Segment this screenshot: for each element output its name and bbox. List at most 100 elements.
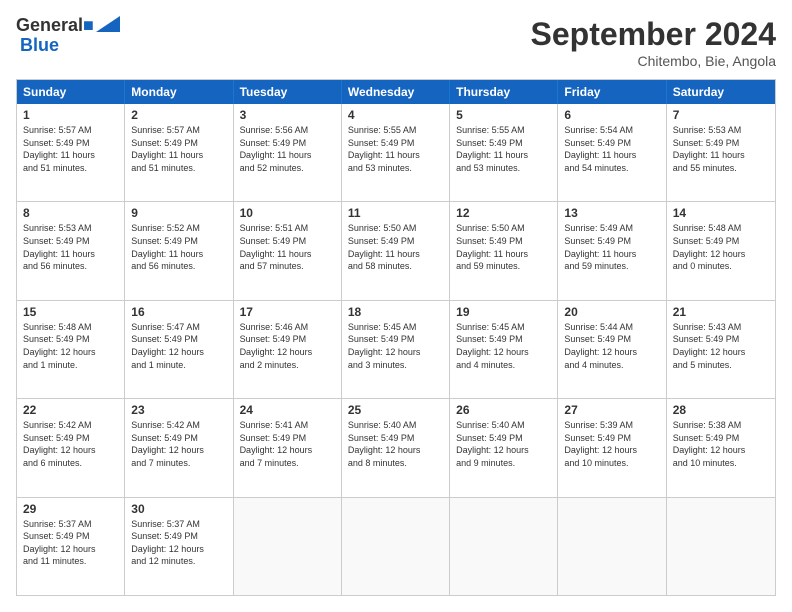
calendar-row-1: 1 Sunrise: 5:57 AM Sunset: 5:49 PM Daylig… bbox=[17, 104, 775, 201]
day-number: 16 bbox=[131, 305, 226, 319]
day-cell-18: 18 Sunrise: 5:45 AM Sunset: 5:49 PM Dayli… bbox=[342, 301, 450, 398]
calendar-header: SundayMondayTuesdayWednesdayThursdayFrid… bbox=[17, 80, 775, 104]
day-info: Sunrise: 5:53 AM Sunset: 5:49 PM Dayligh… bbox=[23, 222, 118, 272]
day-cell-15: 15Sunrise: 5:48 AM Sunset: 5:49 PM Dayli… bbox=[17, 301, 125, 398]
calendar-row-5: 29 Sunrise: 5:37 AM Sunset: 5:49 PM Dayli… bbox=[17, 497, 775, 595]
day-cell-8: 8 Sunrise: 5:53 AM Sunset: 5:49 PM Daylig… bbox=[17, 202, 125, 299]
day-number: 15 bbox=[23, 305, 118, 319]
day-number: 3 bbox=[240, 108, 335, 122]
day-info: Sunrise: 5:43 AM Sunset: 5:49 PM Dayligh… bbox=[673, 321, 769, 371]
day-cell-19: 19Sunrise: 5:45 AM Sunset: 5:49 PM Dayli… bbox=[450, 301, 558, 398]
day-number: 5 bbox=[456, 108, 551, 122]
empty-cell bbox=[667, 498, 775, 595]
calendar-row-2: 8 Sunrise: 5:53 AM Sunset: 5:49 PM Daylig… bbox=[17, 201, 775, 299]
day-number: 12 bbox=[456, 206, 551, 220]
day-number: 9 bbox=[131, 206, 226, 220]
logo-text: General■ bbox=[16, 16, 94, 36]
day-info: Sunrise: 5:45 AM Sunset: 5:49 PM Dayligh… bbox=[348, 321, 443, 371]
header-day-thursday: Thursday bbox=[450, 80, 558, 104]
empty-cell bbox=[558, 498, 666, 595]
day-info: Sunrise: 5:40 AM Sunset: 5:49 PM Dayligh… bbox=[456, 419, 551, 469]
day-info: Sunrise: 5:57 AM Sunset: 5:49 PM Dayligh… bbox=[131, 124, 226, 174]
day-info: Sunrise: 5:37 AM Sunset: 5:49 PM Dayligh… bbox=[131, 518, 226, 568]
day-number: 25 bbox=[348, 403, 443, 417]
day-cell-13: 13Sunrise: 5:49 AM Sunset: 5:49 PM Dayli… bbox=[558, 202, 666, 299]
day-number: 6 bbox=[564, 108, 659, 122]
day-info: Sunrise: 5:37 AM Sunset: 5:49 PM Dayligh… bbox=[23, 518, 118, 568]
day-info: Sunrise: 5:55 AM Sunset: 5:49 PM Dayligh… bbox=[348, 124, 443, 174]
day-number: 2 bbox=[131, 108, 226, 122]
day-info: Sunrise: 5:53 AM Sunset: 5:49 PM Dayligh… bbox=[673, 124, 769, 174]
day-number: 30 bbox=[131, 502, 226, 516]
day-number: 1 bbox=[23, 108, 118, 122]
day-cell-23: 23 Sunrise: 5:42 AM Sunset: 5:49 PM Dayli… bbox=[125, 399, 233, 496]
day-info: Sunrise: 5:46 AM Sunset: 5:49 PM Dayligh… bbox=[240, 321, 335, 371]
day-info: Sunrise: 5:41 AM Sunset: 5:49 PM Dayligh… bbox=[240, 419, 335, 469]
day-cell-20: 20Sunrise: 5:44 AM Sunset: 5:49 PM Dayli… bbox=[558, 301, 666, 398]
day-info: Sunrise: 5:42 AM Sunset: 5:49 PM Dayligh… bbox=[131, 419, 226, 469]
logo-blue-text: Blue bbox=[20, 35, 59, 55]
day-info: Sunrise: 5:50 AM Sunset: 5:49 PM Dayligh… bbox=[348, 222, 443, 272]
day-number: 17 bbox=[240, 305, 335, 319]
day-cell-6: 6 Sunrise: 5:54 AM Sunset: 5:49 PM Daylig… bbox=[558, 104, 666, 201]
day-info: Sunrise: 5:47 AM Sunset: 5:49 PM Dayligh… bbox=[131, 321, 226, 371]
day-info: Sunrise: 5:44 AM Sunset: 5:49 PM Dayligh… bbox=[564, 321, 659, 371]
day-number: 21 bbox=[673, 305, 769, 319]
day-cell-9: 9Sunrise: 5:52 AM Sunset: 5:49 PM Daylig… bbox=[125, 202, 233, 299]
empty-cell bbox=[342, 498, 450, 595]
location: Chitembo, Bie, Angola bbox=[531, 53, 776, 69]
day-number: 4 bbox=[348, 108, 443, 122]
day-info: Sunrise: 5:57 AM Sunset: 5:49 PM Dayligh… bbox=[23, 124, 118, 174]
day-info: Sunrise: 5:50 AM Sunset: 5:49 PM Dayligh… bbox=[456, 222, 551, 272]
logo: General■ Blue bbox=[16, 16, 120, 56]
day-cell-4: 4 Sunrise: 5:55 AM Sunset: 5:49 PM Daylig… bbox=[342, 104, 450, 201]
day-cell-30: 30 Sunrise: 5:37 AM Sunset: 5:49 PM Dayli… bbox=[125, 498, 233, 595]
day-cell-3: 3Sunrise: 5:56 AM Sunset: 5:49 PM Daylig… bbox=[234, 104, 342, 201]
day-cell-11: 11 Sunrise: 5:50 AM Sunset: 5:49 PM Dayli… bbox=[342, 202, 450, 299]
month-title: September 2024 bbox=[531, 16, 776, 53]
day-info: Sunrise: 5:54 AM Sunset: 5:49 PM Dayligh… bbox=[564, 124, 659, 174]
day-number: 14 bbox=[673, 206, 769, 220]
day-number: 28 bbox=[673, 403, 769, 417]
day-cell-27: 27Sunrise: 5:39 AM Sunset: 5:49 PM Dayli… bbox=[558, 399, 666, 496]
day-info: Sunrise: 5:48 AM Sunset: 5:49 PM Dayligh… bbox=[673, 222, 769, 272]
day-number: 7 bbox=[673, 108, 769, 122]
day-number: 23 bbox=[131, 403, 226, 417]
day-info: Sunrise: 5:42 AM Sunset: 5:49 PM Dayligh… bbox=[23, 419, 118, 469]
day-info: Sunrise: 5:45 AM Sunset: 5:49 PM Dayligh… bbox=[456, 321, 551, 371]
day-info: Sunrise: 5:38 AM Sunset: 5:49 PM Dayligh… bbox=[673, 419, 769, 469]
day-info: Sunrise: 5:40 AM Sunset: 5:49 PM Dayligh… bbox=[348, 419, 443, 469]
day-cell-28: 28 Sunrise: 5:38 AM Sunset: 5:49 PM Dayli… bbox=[667, 399, 775, 496]
header-day-monday: Monday bbox=[125, 80, 233, 104]
header-day-saturday: Saturday bbox=[667, 80, 775, 104]
day-cell-25: 25 Sunrise: 5:40 AM Sunset: 5:49 PM Dayli… bbox=[342, 399, 450, 496]
day-info: Sunrise: 5:51 AM Sunset: 5:49 PM Dayligh… bbox=[240, 222, 335, 272]
day-info: Sunrise: 5:55 AM Sunset: 5:49 PM Dayligh… bbox=[456, 124, 551, 174]
day-number: 29 bbox=[23, 502, 118, 516]
calendar: SundayMondayTuesdayWednesdayThursdayFrid… bbox=[16, 79, 776, 596]
day-cell-16: 16 Sunrise: 5:47 AM Sunset: 5:49 PM Dayli… bbox=[125, 301, 233, 398]
header-day-friday: Friday bbox=[558, 80, 666, 104]
day-cell-12: 12 Sunrise: 5:50 AM Sunset: 5:49 PM Dayli… bbox=[450, 202, 558, 299]
day-number: 8 bbox=[23, 206, 118, 220]
day-cell-7: 7 Sunrise: 5:53 AM Sunset: 5:49 PM Daylig… bbox=[667, 104, 775, 201]
day-cell-10: 10 Sunrise: 5:51 AM Sunset: 5:49 PM Dayli… bbox=[234, 202, 342, 299]
day-cell-2: 2 Sunrise: 5:57 AM Sunset: 5:49 PM Daylig… bbox=[125, 104, 233, 201]
empty-cell bbox=[450, 498, 558, 595]
header-day-tuesday: Tuesday bbox=[234, 80, 342, 104]
day-info: Sunrise: 5:39 AM Sunset: 5:49 PM Dayligh… bbox=[564, 419, 659, 469]
day-cell-17: 17 Sunrise: 5:46 AM Sunset: 5:49 PM Dayli… bbox=[234, 301, 342, 398]
day-cell-5: 5 Sunrise: 5:55 AM Sunset: 5:49 PM Daylig… bbox=[450, 104, 558, 201]
day-number: 11 bbox=[348, 206, 443, 220]
day-cell-29: 29 Sunrise: 5:37 AM Sunset: 5:49 PM Dayli… bbox=[17, 498, 125, 595]
day-info: Sunrise: 5:49 AM Sunset: 5:49 PM Dayligh… bbox=[564, 222, 659, 272]
calendar-body: 1 Sunrise: 5:57 AM Sunset: 5:49 PM Daylig… bbox=[17, 104, 775, 595]
day-number: 18 bbox=[348, 305, 443, 319]
day-cell-24: 24Sunrise: 5:41 AM Sunset: 5:49 PM Dayli… bbox=[234, 399, 342, 496]
empty-cell bbox=[234, 498, 342, 595]
header-day-wednesday: Wednesday bbox=[342, 80, 450, 104]
title-block: September 2024 Chitembo, Bie, Angola bbox=[531, 16, 776, 69]
day-number: 26 bbox=[456, 403, 551, 417]
day-cell-26: 26 Sunrise: 5:40 AM Sunset: 5:49 PM Dayli… bbox=[450, 399, 558, 496]
day-number: 10 bbox=[240, 206, 335, 220]
